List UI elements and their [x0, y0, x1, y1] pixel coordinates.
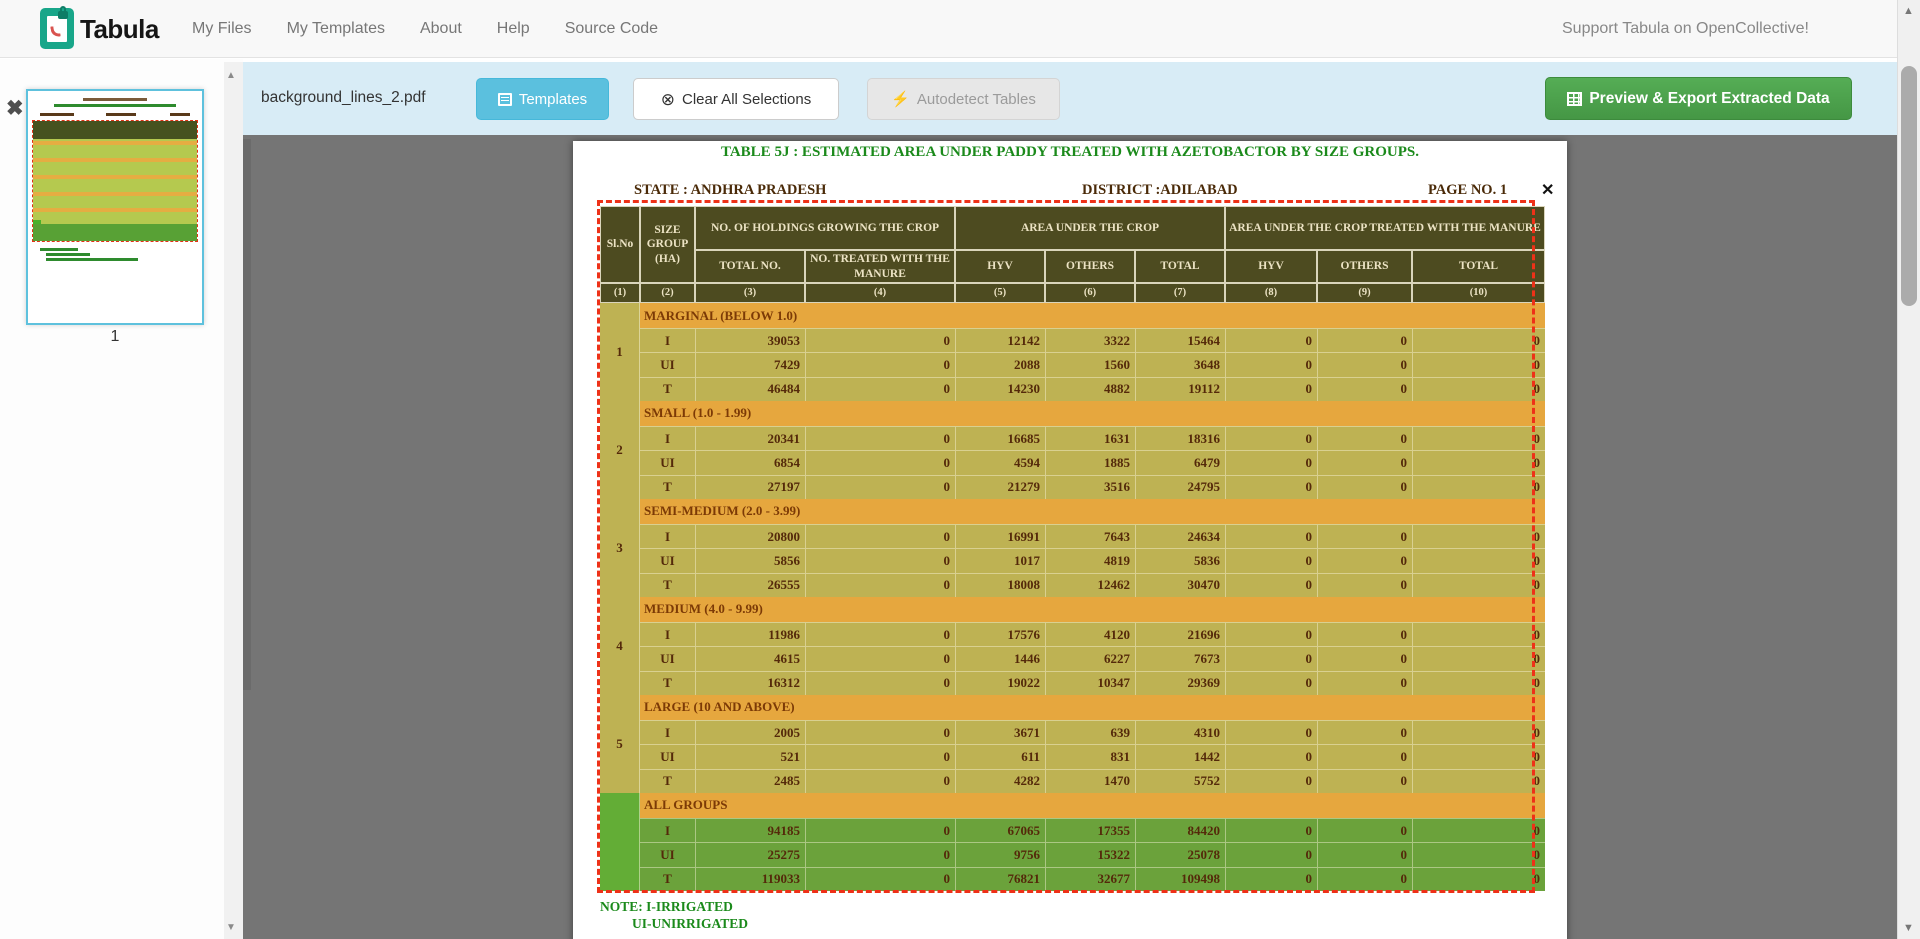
templates-button[interactable]: Templates	[476, 78, 609, 120]
nav-my-files[interactable]: My Files	[192, 20, 252, 38]
window-scrollbar[interactable]: ▲ ▼	[1897, 0, 1920, 939]
clear-all-selections-button[interactable]: ⊗ Clear All Selections	[633, 78, 839, 120]
page-no-label: PAGE NO. 1	[1428, 182, 1507, 199]
pdf-page[interactable]: TABLE 5J : ESTIMATED AREA UNDER PADDY TR…	[573, 141, 1567, 939]
mini-title-line	[54, 104, 176, 107]
mini-selection-border	[32, 120, 198, 242]
sidebar-scrollbar[interactable]: ▲ ▼	[224, 62, 243, 939]
brand-title: Tabula	[80, 14, 159, 45]
current-filename: background_lines_2.pdf	[261, 89, 426, 107]
navbar: Tabula My Files My Templates About Help …	[0, 0, 1920, 58]
mini-title-line	[83, 98, 147, 101]
nav-about[interactable]: About	[420, 20, 462, 38]
preview-export-button[interactable]: Preview & Export Extracted Data	[1545, 77, 1852, 120]
scroll-up-icon[interactable]: ▲	[1903, 5, 1914, 17]
scroll-up-icon[interactable]: ▲	[226, 70, 236, 81]
mini-state-line	[170, 113, 190, 116]
table-title: TABLE 5J : ESTIMATED AREA UNDER PADDY TR…	[573, 144, 1567, 161]
selection-region[interactable]	[597, 200, 1535, 893]
document-scrollbar-thumb[interactable]	[243, 139, 251, 690]
close-selection-icon[interactable]: ✕	[1541, 180, 1554, 200]
lightning-icon: ⚡	[891, 92, 910, 107]
nav-my-templates[interactable]: My Templates	[287, 20, 385, 38]
circle-x-icon: ⊗	[661, 91, 675, 108]
page-number-label: 1	[26, 328, 204, 346]
nav-source-code[interactable]: Source Code	[565, 20, 658, 38]
table-notes: NOTE: I-IRRIGATED UI-UNIRRIGATED	[600, 898, 748, 932]
district-label: DISTRICT :ADILABAD	[1082, 182, 1238, 199]
state-label: STATE : ANDHRA PRADESH	[634, 182, 826, 199]
tabula-logo-icon[interactable]	[40, 8, 74, 49]
document-view: TABLE 5J : ESTIMATED AREA UNDER PADDY TR…	[243, 135, 1897, 939]
page-thumbnail[interactable]	[26, 89, 204, 325]
templates-icon	[498, 93, 512, 106]
scrollbar-thumb[interactable]	[1901, 66, 1917, 306]
spreadsheet-icon	[1567, 92, 1582, 106]
thumbnail-sidebar: ✖ 1	[0, 59, 243, 939]
autodetect-tables-button[interactable]: ⚡ Autodetect Tables	[867, 78, 1060, 120]
scroll-down-icon[interactable]: ▼	[1903, 922, 1914, 934]
mini-table	[33, 121, 197, 241]
support-link[interactable]: Support Tabula on OpenCollective!	[1562, 20, 1809, 38]
scroll-down-icon[interactable]: ▼	[226, 922, 236, 933]
remove-page-icon[interactable]: ✖	[6, 96, 24, 121]
tabula-app: Tabula My Files My Templates About Help …	[0, 0, 1920, 939]
mini-state-line	[40, 113, 74, 116]
nav-help[interactable]: Help	[497, 20, 530, 38]
toolbar: background_lines_2.pdf Templates ⊗ Clear…	[243, 62, 1897, 135]
mini-state-line	[106, 113, 136, 116]
nav-links: My Files My Templates About Help Source …	[192, 20, 658, 38]
